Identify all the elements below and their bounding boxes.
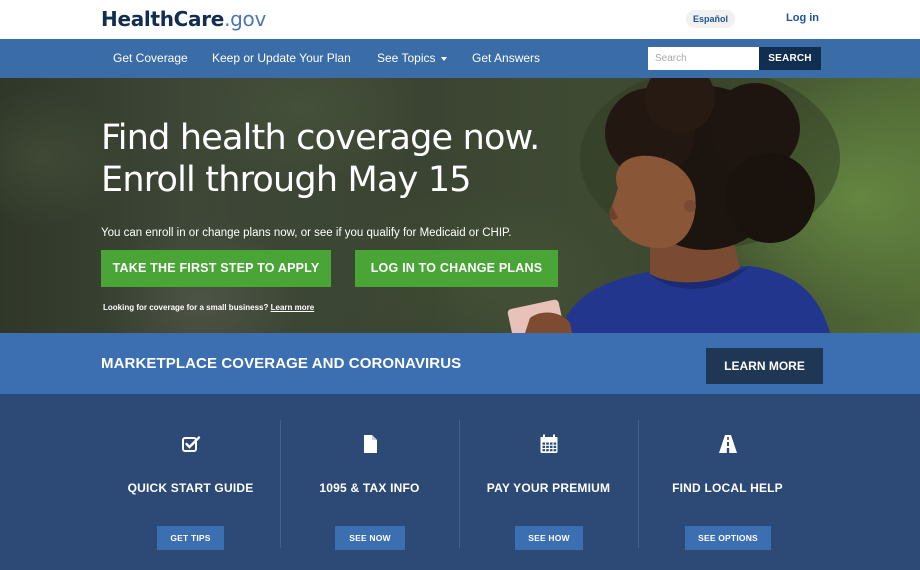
espanol-link[interactable]: Español bbox=[686, 10, 736, 28]
document-icon bbox=[363, 435, 377, 453]
hero-title-line2: Enroll through May 15 bbox=[101, 160, 472, 200]
hero-section: Find health coverage now. Enroll through… bbox=[0, 78, 920, 333]
hero-title: Find health coverage now. Enroll through… bbox=[101, 117, 540, 201]
see-how-button[interactable]: SEE HOW bbox=[515, 526, 583, 550]
hero-subtitle: You can enroll in or change plans now, o… bbox=[101, 227, 512, 239]
top-header: HealthCare.gov Español Log in bbox=[0, 0, 920, 39]
learn-more-button[interactable]: LEARN MORE bbox=[706, 348, 823, 384]
apply-button[interactable]: TAKE THE FIRST STEP TO APPLY bbox=[101, 250, 331, 287]
see-options-button[interactable]: SEE OPTIONS bbox=[685, 526, 771, 550]
nav-label: Get Coverage bbox=[113, 51, 188, 65]
calendar-icon bbox=[540, 434, 557, 453]
tile-tax-info: 1095 & TAX INFO SEE NOW bbox=[280, 394, 459, 570]
tile-quick-start-guide: QUICK START GUIDE GET TIPS bbox=[101, 394, 280, 570]
nav-see-topics[interactable]: See Topics bbox=[377, 51, 448, 65]
search-button[interactable]: SEARCH bbox=[759, 47, 821, 70]
small-business-learn-more-link[interactable]: Learn more bbox=[271, 303, 315, 312]
nav-keep-or-update-plan[interactable]: Keep or Update Your Plan bbox=[212, 51, 351, 65]
quick-links-section: QUICK START GUIDE GET TIPS 1095 & TAX IN… bbox=[0, 394, 920, 570]
hero-person-image bbox=[507, 78, 840, 333]
login-change-plans-button[interactable]: LOG IN TO CHANGE PLANS bbox=[355, 250, 558, 287]
login-link[interactable]: Log in bbox=[786, 12, 819, 24]
nav-label: Keep or Update Your Plan bbox=[212, 51, 351, 65]
banner-title: MARKETPLACE COVERAGE AND CORONAVIRUS bbox=[101, 355, 462, 372]
nav-label: See Topics bbox=[377, 51, 436, 65]
checkbox-icon bbox=[181, 436, 200, 452]
tile-find-local-help: FIND LOCAL HELP SEE OPTIONS bbox=[638, 394, 817, 570]
tile-pay-premium: PAY YOUR PREMIUM SEE HOW bbox=[459, 394, 638, 570]
nav-label: Get Answers bbox=[472, 51, 541, 65]
small-business-text: Looking for coverage for a small busines… bbox=[103, 303, 269, 312]
healthcare-gov-logo[interactable]: HealthCare.gov bbox=[101, 7, 266, 31]
tile-title: 1095 & TAX INFO bbox=[319, 481, 420, 495]
get-tips-button[interactable]: GET TIPS bbox=[157, 526, 224, 550]
caret-down-icon bbox=[441, 56, 448, 61]
tile-title: QUICK START GUIDE bbox=[127, 481, 254, 495]
road-icon bbox=[718, 435, 737, 453]
small-business-note: Looking for coverage for a small busines… bbox=[103, 303, 314, 312]
tile-title: PAY YOUR PREMIUM bbox=[486, 481, 611, 495]
logo-tld: .gov bbox=[224, 7, 266, 31]
coronavirus-banner: MARKETPLACE COVERAGE AND CORONAVIRUS LEA… bbox=[0, 333, 920, 394]
see-now-button[interactable]: SEE NOW bbox=[335, 526, 405, 550]
search-input[interactable] bbox=[648, 47, 759, 70]
logo-brand: HealthCare bbox=[101, 7, 225, 31]
nav-get-coverage[interactable]: Get Coverage bbox=[113, 51, 188, 65]
tile-title: FIND LOCAL HELP bbox=[672, 481, 783, 495]
hero-title-line1: Find health coverage now. bbox=[101, 118, 540, 158]
nav-get-answers[interactable]: Get Answers bbox=[472, 51, 540, 65]
